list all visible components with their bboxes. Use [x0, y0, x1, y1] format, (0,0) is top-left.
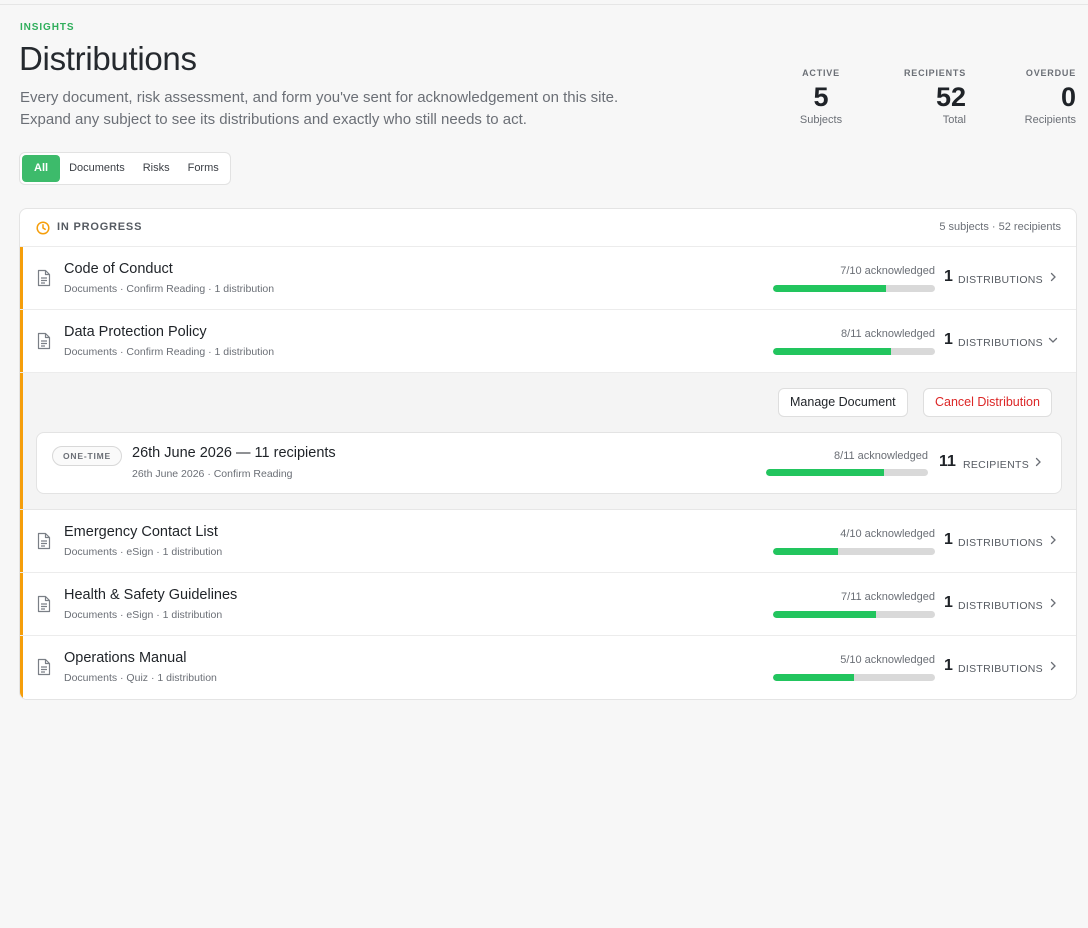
group-meta: 5 subjects · 52 recipients [939, 221, 1061, 233]
ack-text: 4/10 acknowledged [840, 528, 935, 540]
distribution-count-label: DISTRIBUTIONS [958, 537, 1043, 549]
filter-tab-all[interactable]: All [22, 155, 61, 182]
stat-sub: Subjects [799, 114, 843, 126]
ack-text: 8/11 acknowledged [841, 328, 935, 340]
status-accent [20, 636, 23, 699]
stat-label: RECIPIENTS [903, 68, 966, 78]
subject-name: Code of Conduct [64, 261, 173, 277]
page-title: Distributions [19, 40, 197, 77]
status-accent [20, 310, 23, 372]
stat-sub: Recipients [1024, 114, 1076, 126]
ack-text: 8/11 acknowledged [834, 450, 928, 462]
description-line: Expand any subject to see its distributi… [20, 111, 527, 128]
stat-label: ACTIVE [802, 68, 840, 78]
distribution-count: 1 [944, 594, 953, 611]
stat-overdue: OVERDUE 0 Recipients [996, 68, 1076, 126]
filter-tab-risks[interactable]: Risks [134, 155, 179, 182]
subject-meta: Documents · Confirm Reading · 1 distribu… [64, 283, 275, 295]
subject-meta: Documents · Quiz · 1 distribution [64, 672, 217, 684]
subject-row[interactable]: Emergency Contact List Documents · eSign… [20, 510, 1076, 573]
filter-tabs: All Documents Risks Forms [19, 152, 231, 185]
description-line: Every document, risk assessment, and for… [20, 89, 619, 106]
distribution-item[interactable]: ONE-TIME 26th June 2026 — 11 recipients … [36, 432, 1062, 494]
subject-name: Health & Safety Guidelines [64, 587, 238, 603]
document-icon [37, 269, 51, 287]
progress-bar [773, 285, 935, 292]
document-icon [37, 532, 51, 550]
chevron-right-icon[interactable] [1048, 535, 1058, 545]
stat-sub: Total [942, 114, 966, 126]
frequency-badge: ONE-TIME [52, 446, 122, 466]
chevron-right-icon[interactable] [1048, 661, 1058, 671]
progress-bar [766, 469, 928, 476]
progress-bar [773, 548, 935, 555]
progress-fill [773, 548, 838, 555]
document-icon [37, 658, 51, 676]
distribution-count-label: DISTRIBUTIONS [958, 274, 1043, 286]
subject-row[interactable]: Operations Manual Documents · Quiz · 1 d… [20, 636, 1076, 699]
distribution-count: 1 [944, 657, 953, 674]
chevron-right-icon[interactable] [1048, 272, 1058, 282]
filter-tab-documents[interactable]: Documents [60, 155, 134, 182]
subject-name: Emergency Contact List [64, 524, 218, 540]
progress-fill [773, 285, 887, 292]
stat-recipients: RECIPIENTS 52 Total [886, 68, 966, 126]
progress-fill [766, 469, 884, 476]
recipient-count: 11 [939, 453, 956, 470]
distribution-meta: 26th June 2026 · Confirm Reading [132, 468, 293, 480]
progress-fill [773, 611, 877, 618]
subject-meta: Documents · eSign · 1 distribution [64, 546, 223, 558]
stat-active: ACTIVE 5 Subjects [786, 68, 856, 126]
section-eyebrow: INSIGHTS [20, 22, 75, 33]
subject-row[interactable]: Health & Safety Guidelines Documents · e… [20, 573, 1076, 636]
subject-meta: Documents · eSign · 1 distribution [64, 609, 223, 621]
ack-text: 5/10 acknowledged [840, 654, 935, 666]
subject-meta: Documents · Confirm Reading · 1 distribu… [64, 346, 275, 358]
distribution-title: 26th June 2026 — 11 recipients [132, 445, 336, 461]
subject-name: Operations Manual [64, 650, 187, 666]
distribution-count: 1 [944, 331, 953, 348]
status-accent [20, 373, 23, 509]
top-divider [0, 4, 1088, 5]
manage-document-button[interactable]: Manage Document [778, 388, 908, 417]
chevron-right-icon[interactable] [1033, 457, 1043, 467]
progress-fill [773, 348, 891, 355]
subject-row[interactable]: Code of Conduct Documents · Confirm Read… [20, 247, 1076, 310]
stat-value: 0 [1060, 82, 1076, 112]
subject-row[interactable]: Data Protection Policy Documents · Confi… [20, 310, 1076, 373]
progress-bar [773, 348, 935, 355]
document-icon [37, 332, 51, 350]
ack-text: 7/11 acknowledged [841, 591, 935, 603]
group-header: IN PROGRESS 5 subjects · 52 recipients [20, 209, 1076, 247]
progress-fill [773, 674, 854, 681]
stat-value: 5 [813, 82, 829, 112]
distribution-count-label: DISTRIBUTIONS [958, 337, 1043, 349]
status-accent [20, 247, 23, 309]
distribution-count: 1 [944, 531, 953, 548]
chevron-right-icon[interactable] [1048, 598, 1058, 608]
expanded-panel: Manage Document Cancel Distribution ONE-… [20, 373, 1076, 510]
ack-text: 7/10 acknowledged [840, 265, 935, 277]
status-accent [20, 510, 23, 572]
page-description: Every document, risk assessment, and for… [20, 87, 720, 131]
recipient-count-label: RECIPIENTS [963, 459, 1030, 471]
document-icon [37, 595, 51, 613]
group-title: IN PROGRESS [57, 221, 143, 233]
distribution-count-label: DISTRIBUTIONS [958, 600, 1043, 612]
progress-bar [773, 674, 935, 681]
distribution-count: 1 [944, 268, 953, 285]
chevron-down-icon[interactable] [1048, 335, 1058, 345]
cancel-distribution-button[interactable]: Cancel Distribution [923, 388, 1052, 417]
distributions-card: IN PROGRESS 5 subjects · 52 recipients C… [19, 208, 1077, 700]
progress-bar [773, 611, 935, 618]
status-accent [20, 573, 23, 635]
stat-label: OVERDUE [1025, 68, 1076, 78]
subject-name: Data Protection Policy [64, 324, 207, 340]
clock-icon [36, 221, 50, 235]
distribution-count-label: DISTRIBUTIONS [958, 663, 1043, 675]
stat-value: 52 [935, 82, 966, 112]
filter-tab-forms[interactable]: Forms [179, 155, 228, 182]
